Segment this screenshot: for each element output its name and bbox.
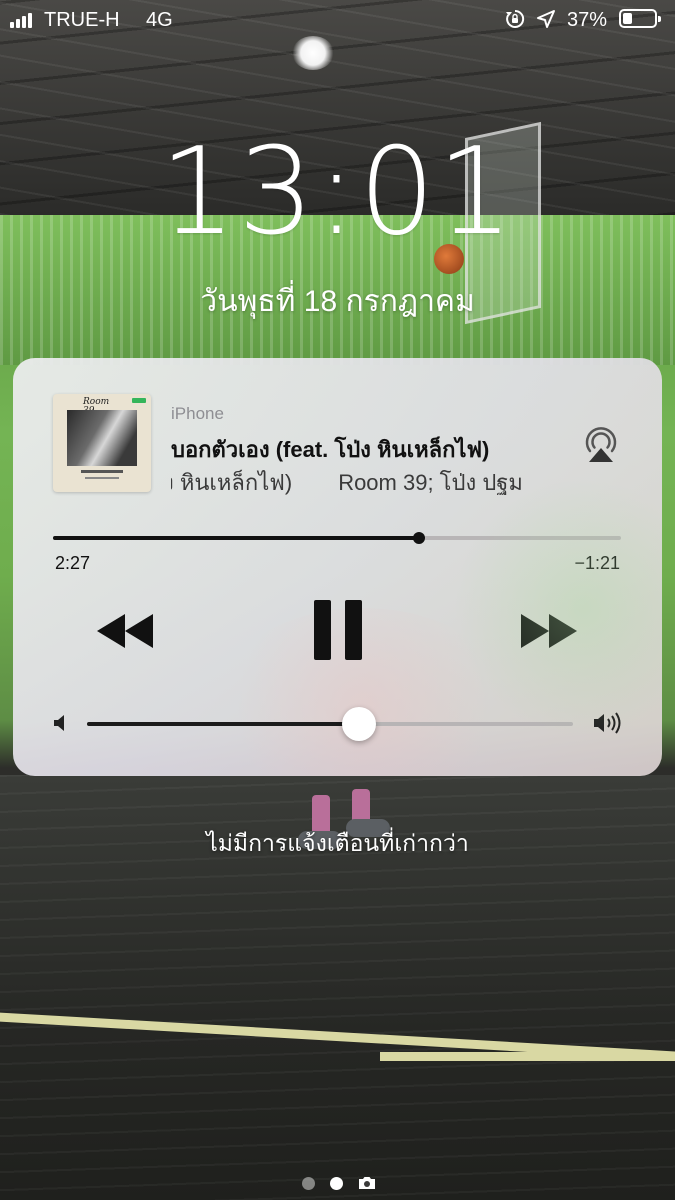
location-arrow-icon	[537, 10, 555, 28]
carrier-name: TRUE-H	[44, 9, 120, 31]
wallpaper-court-line-2	[380, 1052, 675, 1061]
no-older-notifications-text: ไม่มีการแจ้งเตือนที่เก่ากว่า	[206, 830, 469, 856]
album-art-badge	[132, 398, 146, 403]
battery-percentage: 37%	[567, 9, 608, 31]
volume-high-icon	[594, 712, 621, 734]
remaining-time: −1:21	[574, 553, 620, 573]
lock-screen-date: วันพุธที่ 18 กรกฎาคม	[200, 285, 475, 318]
album-art-caption	[81, 470, 123, 473]
playback-scrubber[interactable]	[53, 532, 621, 544]
wallpaper-lamp	[292, 36, 334, 70]
fast-forward-icon	[521, 614, 577, 648]
song-title: บอกตัวเอง (feat. โป่ง หินเหล็กไฟ)	[171, 437, 490, 462]
song-artist-album: ง หินเหล็กไฟ) Room 39; โป่ง ปฐม	[171, 465, 571, 495]
volume-knob[interactable]	[342, 707, 377, 741]
page-indicator[interactable]	[302, 1176, 376, 1190]
pause-button[interactable]	[310, 598, 366, 662]
scrubber-knob[interactable]	[413, 532, 426, 544]
rotation-lock-icon	[506, 9, 525, 28]
now-playing-widget[interactable]: Room 39 iPhone บอกตัวเอง (feat. โป่ง หิน…	[13, 358, 662, 776]
elapsed-time: 2:27	[55, 553, 91, 573]
song-subtitle-part: ง หินเหล็กไฟ)	[171, 470, 293, 495]
battery-icon	[619, 9, 661, 28]
airplay-icon[interactable]	[581, 424, 621, 464]
album-art-caption-2	[85, 477, 119, 479]
fast-forward-button[interactable]	[517, 608, 581, 654]
status-bar: TRUE-H 4G 37%	[0, 0, 675, 40]
volume-slider[interactable]	[87, 707, 573, 741]
lock-screen-clock: 13:01	[159, 123, 516, 262]
album-art-title: Room 39	[83, 397, 110, 416]
pause-icon	[314, 600, 362, 660]
network-type: 4G	[146, 9, 173, 31]
album-art-photo	[67, 410, 137, 466]
camera-icon[interactable]	[358, 1176, 376, 1190]
playback-source: iPhone	[171, 404, 224, 423]
volume-level	[87, 722, 360, 726]
page-dot-2[interactable]	[330, 1176, 343, 1190]
signal-bars-icon	[10, 13, 32, 28]
page-dot-1[interactable]	[302, 1176, 315, 1190]
album-art[interactable]: Room 39	[53, 394, 151, 492]
rewind-button[interactable]	[93, 608, 157, 654]
rewind-icon	[97, 614, 153, 648]
volume-low-icon	[54, 715, 64, 731]
scrubber-progress	[53, 536, 420, 540]
song-subtitle-next: Room 39; โป่ง ปฐม	[338, 470, 523, 495]
